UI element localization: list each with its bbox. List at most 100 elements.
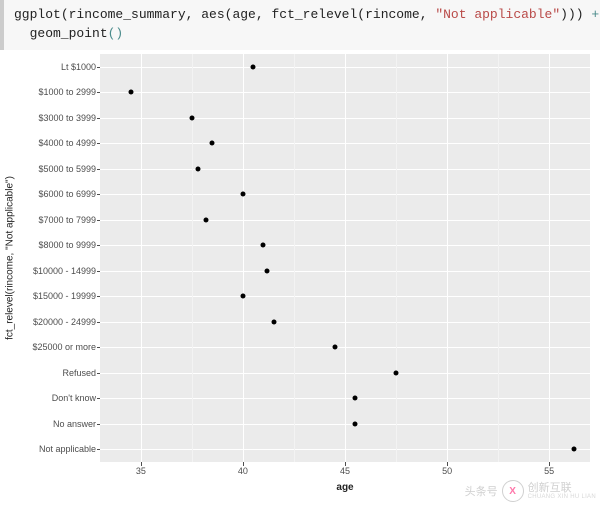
y-tick-label: $3000 to 3999 — [38, 113, 96, 123]
gridline-h — [100, 296, 590, 297]
y-tick-label: $8000 to 9999 — [38, 240, 96, 250]
y-tick-mark — [97, 245, 100, 246]
gridline-v-minor — [396, 54, 397, 462]
y-tick-label: $4000 to 4999 — [38, 138, 96, 148]
y-tick-mark — [97, 322, 100, 323]
data-point — [189, 115, 194, 120]
gridline-h — [100, 194, 590, 195]
code-string: "Not applicable" — [435, 7, 560, 22]
gridline-h — [100, 220, 590, 221]
data-point — [210, 141, 215, 146]
y-tick-label: No answer — [53, 419, 96, 429]
gridline-h — [100, 322, 590, 323]
y-tick-mark — [97, 424, 100, 425]
x-tick-mark — [243, 462, 244, 466]
x-tick-mark — [447, 462, 448, 466]
y-tick-mark — [97, 271, 100, 272]
y-tick-mark — [97, 373, 100, 374]
y-tick-mark — [97, 118, 100, 119]
x-tick-mark — [345, 462, 346, 466]
code-block: ggplot(rincome_summary, aes(age, fct_rel… — [0, 0, 600, 50]
y-tick-mark — [97, 67, 100, 68]
gridline-h — [100, 373, 590, 374]
code-token: () — [108, 26, 124, 41]
gridline-h — [100, 118, 590, 119]
gridline-h — [100, 92, 590, 93]
watermark-name: 创新互联 — [528, 483, 596, 494]
gridline-h — [100, 449, 590, 450]
y-tick-mark — [97, 296, 100, 297]
gridline-v — [243, 54, 244, 462]
y-tick-label: $5000 to 5999 — [38, 164, 96, 174]
watermark-sub: CHUANG XIN HU LIAN — [528, 494, 596, 500]
plot-panel — [100, 54, 590, 462]
data-point — [394, 370, 399, 375]
code-operator: + — [591, 7, 599, 22]
y-tick-label: Not applicable — [39, 444, 96, 454]
code-token: fct_relevel — [271, 7, 357, 22]
gridline-v-minor — [498, 54, 499, 462]
y-tick-mark — [97, 169, 100, 170]
data-point — [261, 243, 266, 248]
y-tick-label: $1000 to 2999 — [38, 87, 96, 97]
x-tick-label: 55 — [544, 466, 554, 476]
data-point — [353, 421, 358, 426]
gridline-h — [100, 169, 590, 170]
gridline-h — [100, 143, 590, 144]
x-axis-title: age — [336, 482, 353, 493]
y-tick-label: $15000 - 19999 — [33, 291, 96, 301]
gridline-h — [100, 271, 590, 272]
gridline-h — [100, 424, 590, 425]
data-point — [240, 294, 245, 299]
y-tick-label: $6000 to 6999 — [38, 189, 96, 199]
data-point — [240, 192, 245, 197]
y-axis-title: fct_relevel(rincome, "Not applicable") — [5, 176, 16, 340]
code-token: aes — [201, 7, 224, 22]
y-tick-mark — [97, 398, 100, 399]
watermark: 头条号 X 创新互联 CHUANG XIN HU LIAN — [465, 480, 596, 502]
x-tick-mark — [141, 462, 142, 466]
gridline-h — [100, 245, 590, 246]
data-point — [571, 447, 576, 452]
gridline-v — [549, 54, 550, 462]
y-tick-label: $20000 - 24999 — [33, 317, 96, 327]
code-token: (rincome_summary, — [61, 7, 201, 22]
gridline-h — [100, 398, 590, 399]
code-token: (rincome, — [357, 7, 435, 22]
code-token: ggplot — [14, 7, 61, 22]
data-point — [196, 166, 201, 171]
gridline-v — [345, 54, 346, 462]
y-tick-mark — [97, 194, 100, 195]
y-tick-label: $7000 to 7999 — [38, 215, 96, 225]
x-tick-label: 50 — [442, 466, 452, 476]
data-point — [204, 217, 209, 222]
x-tick-label: 40 — [238, 466, 248, 476]
gridline-h — [100, 67, 590, 68]
y-tick-label: $25000 or more — [32, 342, 96, 352]
data-point — [271, 319, 276, 324]
watermark-source: 头条号 — [465, 483, 498, 499]
y-tick-label: Refused — [62, 368, 96, 378]
y-tick-mark — [97, 449, 100, 450]
code-token: (age, — [225, 7, 272, 22]
data-point — [332, 345, 337, 350]
y-tick-label: Lt $1000 — [61, 62, 96, 72]
y-tick-mark — [97, 220, 100, 221]
data-point — [128, 90, 133, 95]
scatter-plot: fct_relevel(rincome, "Not applicable") a… — [0, 44, 600, 506]
y-tick-mark — [97, 347, 100, 348]
x-tick-label: 35 — [136, 466, 146, 476]
code-token: geom_point — [14, 26, 108, 41]
gridline-h — [100, 347, 590, 348]
data-point — [265, 268, 270, 273]
y-tick-label: Don't know — [52, 393, 96, 403]
data-point — [353, 396, 358, 401]
gridline-v — [447, 54, 448, 462]
x-tick-mark — [549, 462, 550, 466]
gridline-v — [141, 54, 142, 462]
x-tick-label: 45 — [340, 466, 350, 476]
gridline-v-minor — [294, 54, 295, 462]
y-tick-mark — [97, 143, 100, 144]
y-tick-label: $10000 - 14999 — [33, 266, 96, 276]
watermark-logo-letter: X — [509, 486, 516, 497]
